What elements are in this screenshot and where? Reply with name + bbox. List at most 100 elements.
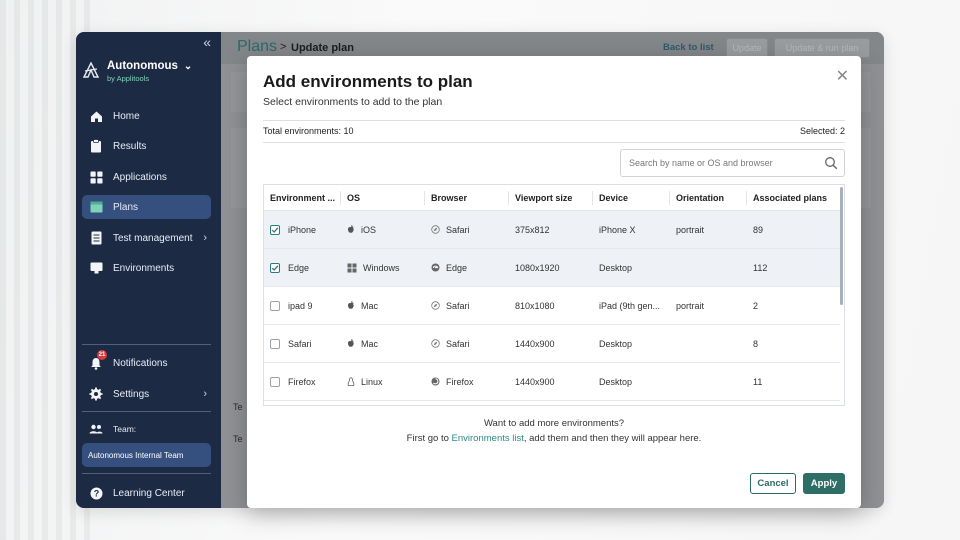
column-header-viewport[interactable]: Viewport size — [509, 190, 593, 205]
search-box — [620, 149, 845, 177]
home-icon — [89, 109, 103, 123]
svg-text:?: ? — [93, 488, 99, 498]
column-header-associated-plans[interactable]: Associated plans — [747, 191, 840, 205]
sidebar-item-label: Settings — [113, 388, 150, 400]
device-name: Desktop — [599, 376, 633, 387]
sidebar-item-label: Test management — [113, 232, 193, 244]
brand-switcher[interactable]: Autonomous ⌄ by Applitools — [83, 60, 192, 83]
chevron-right-icon: › — [203, 232, 207, 244]
more-environments-question: Want to add more environments? — [483, 418, 625, 429]
autonomous-logo-icon — [83, 62, 99, 78]
row-checkbox[interactable] — [270, 300, 280, 311]
sidebar-item-plans[interactable]: Plans — [82, 195, 211, 219]
environments-list-link[interactable]: Environments list — [452, 433, 524, 444]
sidebar-item-label: Plans — [113, 201, 139, 213]
device-name: iPhone X — [599, 224, 636, 235]
sidebar-item-label: Applications — [113, 171, 167, 183]
modal-subtitle: Select environments to add to the plan — [263, 96, 443, 108]
update-run-button[interactable]: Update & run plan — [774, 38, 870, 58]
table-row[interactable]: iPhone iOS Safari 375x812 iPhone X portr… — [264, 211, 840, 249]
column-header-os[interactable]: OS — [341, 190, 425, 205]
breadcrumb-plans[interactable]: Plans — [237, 38, 277, 56]
row-checkbox[interactable] — [270, 338, 280, 349]
os-name: iOS — [361, 224, 377, 235]
associated-plans-count: 8 — [753, 338, 759, 349]
associated-plans-count: 11 — [753, 376, 763, 387]
modal-title: Add environments to plan — [263, 72, 473, 91]
windows-icon — [347, 263, 357, 273]
clipboard-icon — [89, 139, 103, 153]
table-row[interactable]: Edge Windows Edge 1080x1920 Desktop 112 — [264, 249, 840, 287]
associated-plans-count: 2 — [753, 300, 759, 311]
sidebar-item-settings[interactable]: Settings › — [82, 382, 211, 406]
os-name: Windows — [363, 262, 400, 273]
sidebar-item-label: Results — [113, 140, 147, 152]
chevron-down-icon: ⌄ — [183, 60, 193, 72]
sidebar-item-environments[interactable]: Environments — [82, 256, 211, 280]
sidebar-item-label: Environments — [113, 262, 175, 274]
monitor-icon — [89, 261, 103, 275]
hint-suffix: , add them and then they will appear her… — [523, 433, 702, 444]
table-row[interactable]: ipad 9 Mac Safari 810x1080 iPad (9th gen… — [264, 287, 840, 325]
brand-subtitle: by Applitools — [107, 74, 150, 83]
people-icon — [89, 422, 103, 436]
column-header-orientation[interactable]: Orientation — [670, 190, 747, 205]
orientation — [670, 249, 747, 286]
device-name: Desktop — [599, 262, 633, 273]
orientation — [670, 325, 747, 362]
sidebar-item-test-management[interactable]: Test management › — [82, 226, 211, 250]
table-row[interactable]: Firefox Linux Firefox 1440x900 Desktop 1… — [264, 363, 840, 401]
table-header: Environment ... OS Browser Viewport size… — [264, 185, 840, 211]
column-header-environment[interactable]: Environment ... — [264, 190, 341, 205]
divider — [263, 142, 845, 143]
associated-plans-count: 112 — [753, 262, 768, 273]
back-to-list-link[interactable]: Back to list — [663, 42, 714, 53]
viewport-size: 1440x900 — [515, 338, 555, 349]
table-row[interactable]: Safari Mac Safari 1440x900 Desktop 8 — [264, 325, 840, 363]
document-icon — [89, 231, 103, 245]
sidebar-item-results[interactable]: Results — [82, 134, 211, 158]
row-checkbox[interactable] — [270, 262, 280, 273]
sidebar-item-label: Learning Center — [113, 487, 185, 499]
apply-button[interactable]: Apply — [803, 473, 845, 494]
apple-icon — [347, 225, 355, 234]
gear-icon — [89, 387, 103, 401]
row-checkbox[interactable] — [270, 224, 280, 235]
sidebar-item-home[interactable]: Home — [82, 104, 211, 128]
linux-icon — [347, 376, 355, 387]
apple-icon — [347, 339, 355, 348]
sidebar: « Autonomous ⌄ by Applitools Home Result… — [76, 32, 221, 508]
cancel-button[interactable]: Cancel — [750, 473, 796, 494]
sidebar-item-applications[interactable]: Applications — [82, 165, 211, 189]
total-environments: Total environments: 10 — [263, 126, 354, 136]
help-circle-icon: ? — [89, 486, 103, 500]
viewport-size: 1440x900 — [515, 376, 555, 387]
update-button[interactable]: Update — [726, 38, 768, 58]
search-input[interactable] — [629, 158, 819, 168]
search-icon[interactable] — [824, 156, 838, 175]
environment-name: Firefox — [288, 376, 316, 387]
close-icon[interactable]: ✕ — [836, 66, 849, 86]
column-header-browser[interactable]: Browser — [425, 190, 509, 205]
browser-name: Safari — [446, 338, 470, 349]
row-checkbox[interactable] — [270, 376, 280, 387]
collapse-sidebar-icon[interactable]: « — [203, 34, 211, 50]
os-name: Linux — [361, 376, 383, 387]
column-header-device[interactable]: Device — [593, 190, 670, 205]
browser-name: Firefox — [446, 376, 474, 387]
team-label: Team: — [113, 424, 137, 434]
safari-icon — [431, 301, 440, 310]
chevron-right-icon: › — [203, 388, 207, 400]
viewport-size: 375x812 — [515, 224, 550, 235]
background-column-label: Te — [233, 434, 243, 444]
viewport-size: 810x1080 — [515, 300, 555, 311]
orientation: portrait — [676, 224, 705, 235]
safari-icon — [431, 225, 440, 234]
team-selector[interactable]: Autonomous Internal Team — [82, 443, 211, 467]
notification-count-badge: 21 — [97, 350, 107, 360]
device-name: Desktop — [599, 338, 633, 349]
background-section-label: Te — [233, 402, 243, 412]
environment-name: iPhone — [288, 224, 317, 235]
sidebar-item-learning-center[interactable]: ? Learning Center — [82, 481, 211, 505]
table-scrollbar[interactable] — [840, 187, 843, 305]
